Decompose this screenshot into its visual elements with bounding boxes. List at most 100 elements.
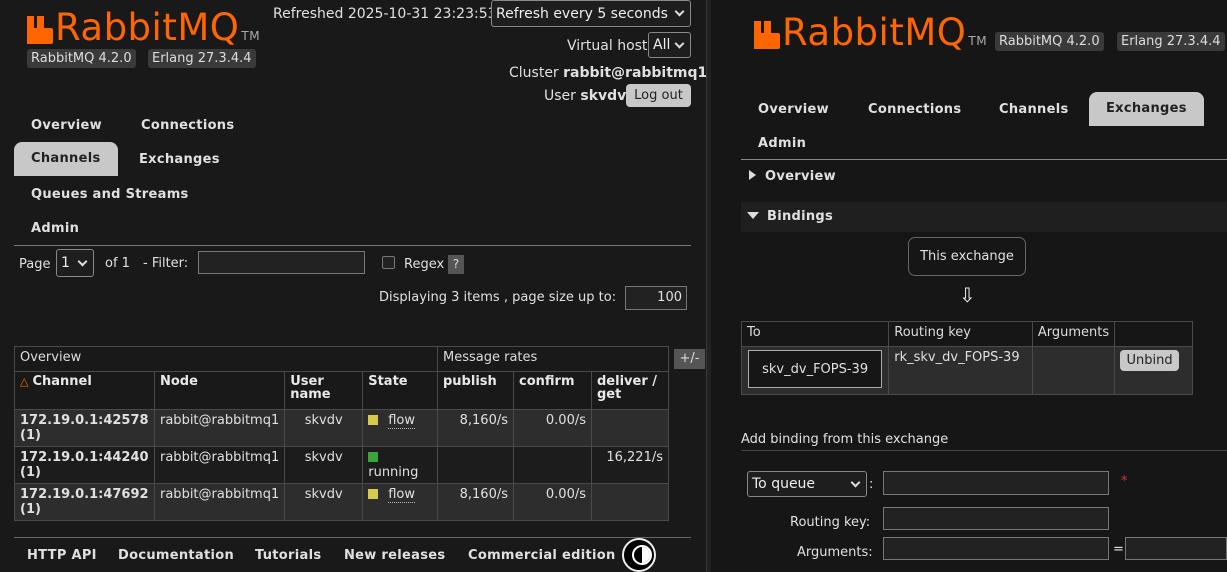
tabs-divider — [14, 245, 691, 246]
tab-connections[interactable]: Connections — [851, 95, 978, 124]
column-header-channel-label: Channel — [32, 374, 92, 389]
theme-toggle-inner — [632, 545, 652, 565]
tab-admin[interactable]: Admin — [14, 214, 96, 243]
column-header-action — [1114, 321, 1193, 347]
vhost-label: Virtual host — [567, 38, 648, 54]
section-bindings-toggle[interactable]: Bindings — [747, 209, 833, 224]
state-cell: flow — [362, 409, 438, 447]
arguments-label: Arguments: — [797, 545, 873, 560]
page-value: 1 — [61, 255, 70, 271]
section-bindings-label: Bindings — [767, 209, 834, 224]
tab-exchanges[interactable]: Exchanges — [122, 145, 237, 174]
cluster-label: Cluster — [509, 65, 559, 81]
filter-input[interactable] — [198, 251, 365, 274]
tab-admin[interactable]: Admin — [741, 129, 823, 158]
column-header-deliver-get[interactable]: deliver / get — [591, 371, 669, 410]
destination-name-input[interactable] — [883, 471, 1109, 495]
caret-down-icon — [747, 212, 759, 219]
channel-link[interactable]: 172.19.0.1:44240 (1) — [14, 446, 155, 484]
displaying-info: Displaying 3 items , page size up to: — [379, 290, 617, 305]
binding-row: skv_dv_FOPS-39 rk_skv_dv_FOPS-39 Unbind — [740, 346, 1193, 395]
chevron-down-icon — [674, 6, 685, 17]
add-binding-title: Add binding from this exchange — [741, 432, 949, 447]
publish-cell: 8,160/s — [437, 483, 514, 521]
column-header-confirm[interactable]: confirm — [513, 371, 592, 410]
deliver-cell — [591, 409, 669, 447]
tab-overview[interactable]: Overview — [741, 95, 846, 124]
footer-link-http-api[interactable]: HTTP API — [27, 548, 97, 563]
destination-colon: : — [869, 477, 874, 492]
tab-exchanges[interactable]: Exchanges — [1089, 92, 1204, 126]
equals-sign: = — [1113, 542, 1124, 557]
tab-overview[interactable]: Overview — [14, 111, 119, 140]
regex-label: Regex — [404, 257, 445, 272]
rabbit-logo-icon — [27, 16, 53, 44]
state-running-indicator — [368, 452, 379, 462]
column-header-publish[interactable]: publish — [437, 371, 514, 410]
erlang-badge: Erlang 27.3.4.4 — [1117, 32, 1225, 51]
footer-link-tutorials[interactable]: Tutorials — [255, 548, 321, 563]
user-value: skvdv — [580, 88, 627, 104]
page-label: Page — [19, 257, 51, 272]
table-row: 172.19.0.1:44240 (1) rabbit@rabbitmq1 sk… — [14, 446, 669, 484]
theme-toggle-half — [642, 547, 650, 563]
bindings-table: To Routing key Arguments skv_dv_FOPS-39 … — [740, 321, 1193, 395]
arguments-cell — [1031, 346, 1116, 395]
toggle-columns-button[interactable]: +/- — [674, 349, 705, 369]
publish-cell: 8,160/s — [437, 409, 514, 447]
queue-link[interactable]: skv_dv_FOPS-39 — [748, 350, 883, 388]
routing-key-label: Routing key: — [790, 515, 871, 530]
argument-value-input[interactable] — [1125, 537, 1227, 560]
tab-channels[interactable]: Channels — [14, 142, 118, 176]
regex-help-button[interactable]: ? — [448, 255, 464, 274]
argument-key-input[interactable] — [883, 537, 1109, 560]
state-label: flow — [388, 413, 416, 429]
column-header-user-name[interactable]: User name — [284, 371, 364, 410]
tab-queues-and-streams[interactable]: Queues and Streams — [14, 180, 206, 209]
erlang-badge: Erlang 27.3.4.4 — [148, 49, 256, 68]
refresh-interval-select[interactable]: Refresh every 5 seconds — [491, 0, 691, 27]
column-header-node[interactable]: Node — [153, 371, 286, 410]
page-size-input[interactable]: 100 — [625, 286, 687, 310]
footer-link-commercial-edition[interactable]: Commercial edition — [468, 548, 616, 563]
channels-table: Overview Message rates △ Channel Node Use… — [14, 346, 669, 521]
user-label: User — [544, 88, 576, 104]
channel-link[interactable]: 172.19.0.1:42578 (1) — [14, 409, 155, 447]
down-arrow-icon: ⇩ — [959, 283, 976, 307]
half-circle-theme-icon[interactable] — [622, 538, 656, 572]
exchange-window: RabbitMQ TM RabbitMQ 4.2.0 Erlang 27.3.4.… — [711, 0, 1227, 572]
vhost-select[interactable]: All — [648, 32, 691, 58]
add-binding-divider — [741, 450, 1227, 451]
column-header-channel[interactable]: △ Channel — [14, 371, 155, 410]
channel-link[interactable]: 172.19.0.1:47692 (1) — [14, 483, 155, 521]
confirm-cell: 0.00/s — [513, 409, 592, 447]
footer-link-new-releases[interactable]: New releases — [344, 548, 445, 563]
deliver-cell — [591, 483, 669, 521]
routing-key-input[interactable] — [883, 507, 1109, 530]
destination-type-select[interactable]: To queue — [747, 471, 867, 497]
section-overview-label: Overview — [765, 169, 836, 184]
unbind-button[interactable]: Unbind — [1120, 350, 1180, 371]
regex-checkbox[interactable] — [382, 256, 395, 269]
user-cell: skvdv — [284, 409, 364, 447]
page-select[interactable]: 1 — [56, 249, 94, 277]
destination-type-value: To queue — [752, 476, 816, 492]
rabbitmq-logo: RabbitMQ TM — [754, 13, 987, 61]
deliver-cell: 16,221/s — [591, 446, 669, 484]
column-header-state[interactable]: State — [362, 371, 438, 410]
footer-link-documentation[interactable]: Documentation — [118, 548, 234, 563]
vhost-value: All — [653, 37, 671, 53]
node-cell: rabbit@rabbitmq1 — [153, 409, 286, 447]
state-cell: flow — [362, 483, 438, 521]
page-count: of 1 — [105, 256, 130, 271]
tab-connections[interactable]: Connections — [124, 111, 251, 140]
version-badge: RabbitMQ 4.2.0 — [27, 49, 136, 68]
binding-to-cell: skv_dv_FOPS-39 — [740, 346, 890, 395]
column-header-routing-key: Routing key — [888, 321, 1033, 347]
column-header-to: To — [740, 321, 890, 347]
section-overview-toggle[interactable]: Overview — [749, 169, 836, 184]
tab-channels[interactable]: Channels — [982, 95, 1086, 124]
logout-button[interactable]: Log out — [626, 84, 691, 107]
state-label: running — [368, 465, 419, 480]
refresh-interval-value: Refresh every 5 seconds — [496, 5, 668, 22]
